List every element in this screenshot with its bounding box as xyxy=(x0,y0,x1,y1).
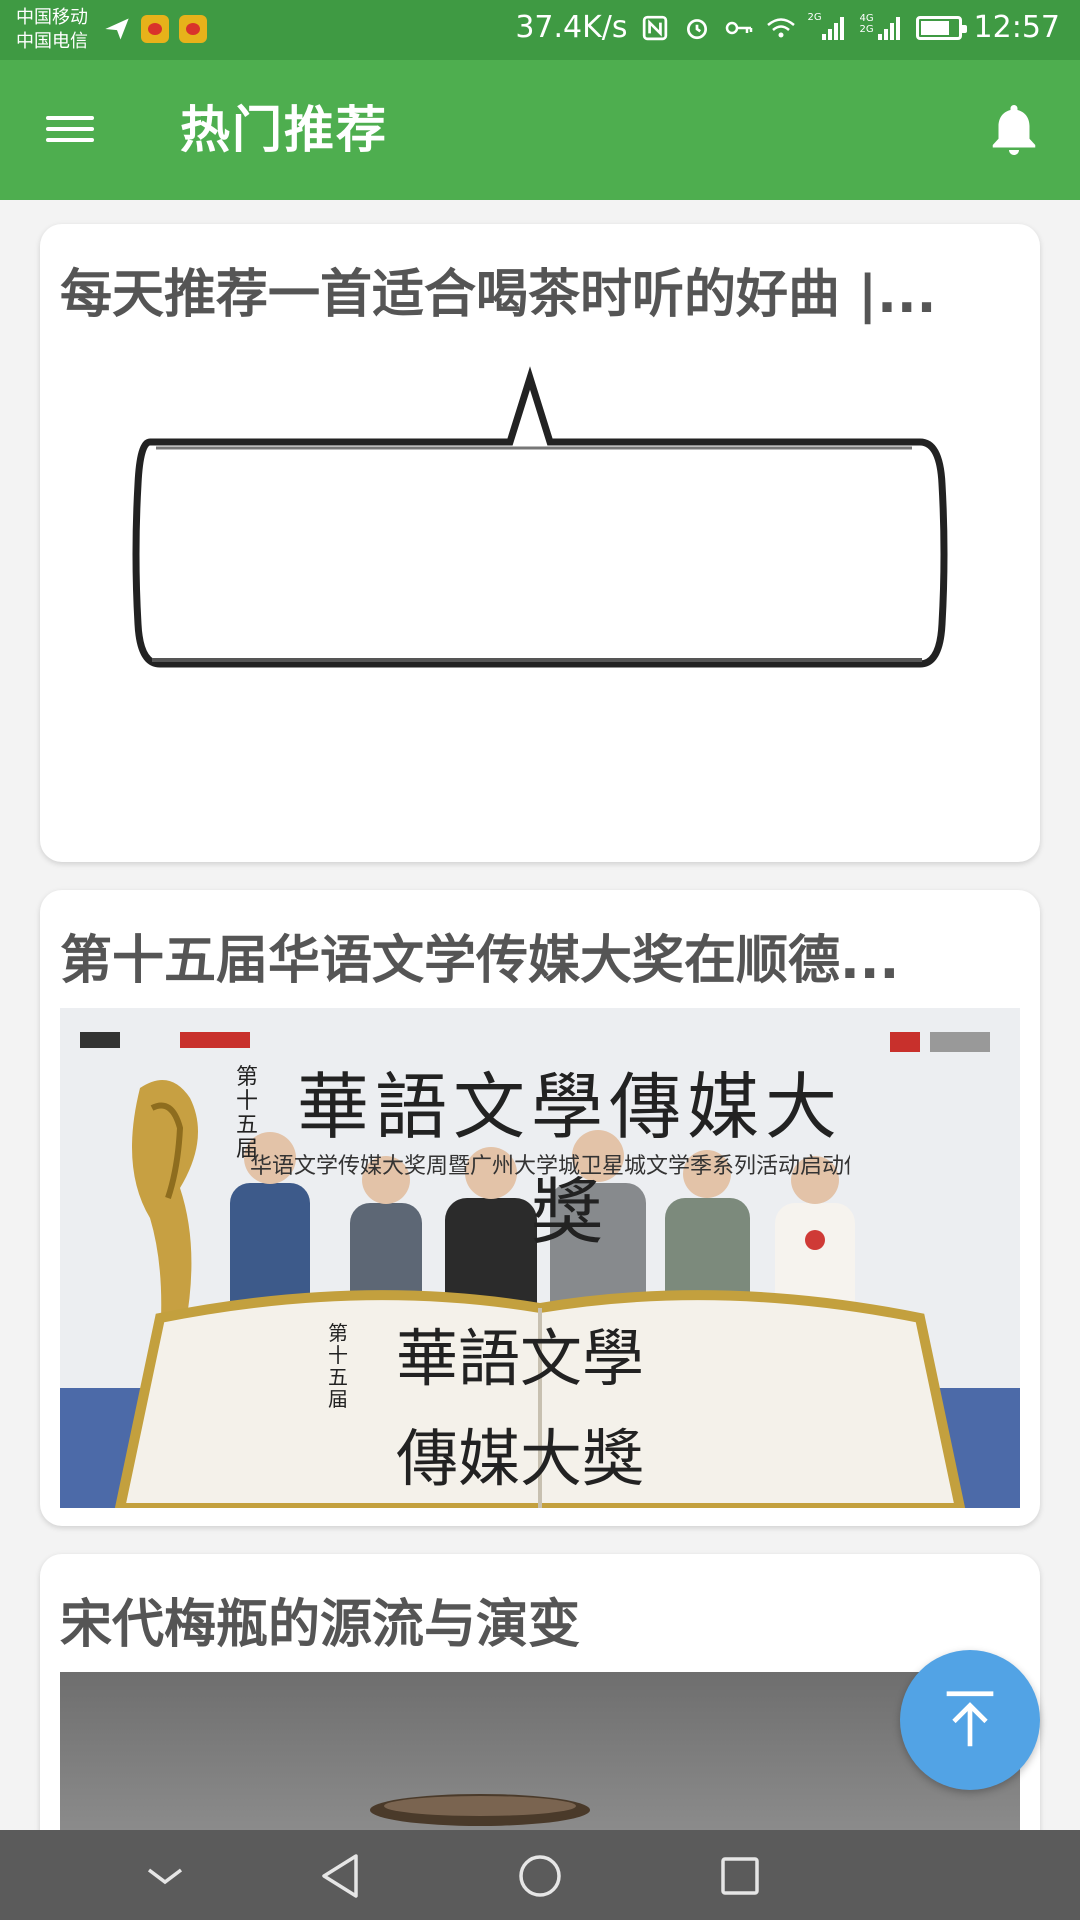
carrier-info: 中国移动 中国电信 xyxy=(16,6,88,54)
network-type-3: 2G xyxy=(859,23,874,35)
send-icon xyxy=(102,14,132,44)
notification-icons xyxy=(102,14,208,44)
signal-icon-2: 4G 2G xyxy=(860,13,904,43)
signal-icon-1: 2G xyxy=(807,11,848,43)
back-button[interactable] xyxy=(310,1848,370,1904)
card-title: 第十五届华语文学传媒大奖在顺德... xyxy=(60,931,900,991)
page-title: 热门推荐 xyxy=(180,101,388,159)
battery-icon xyxy=(915,15,967,40)
clock: 12:57 xyxy=(973,10,1060,45)
book-text-left: 華語文學 xyxy=(395,1322,644,1395)
book-text-right: 傳媒大獎 xyxy=(395,1422,644,1495)
carrier-2: 中国电信 xyxy=(16,31,88,52)
recents-square-icon xyxy=(721,1857,759,1895)
poster-subtitle: 华语文学传媒大奖周暨广州大学城卫星城文学季系列活动启动仪式 xyxy=(250,1154,850,1179)
recents-button[interactable] xyxy=(710,1848,770,1904)
back-triangle-icon xyxy=(322,1854,358,1898)
key-icon xyxy=(724,13,754,43)
chevron-down-icon xyxy=(147,1868,183,1885)
menu-icon[interactable] xyxy=(46,108,94,150)
home-circle-icon xyxy=(519,1855,561,1897)
feed-card[interactable]: 每天推荐一首适合喝茶时听的好曲 |... xyxy=(40,224,1040,862)
feed-card[interactable]: 宋代梅瓶的源流与演变 xyxy=(40,1554,1040,1830)
status-bar: 中国移动 中国电信 37.4K/s 2G 4G 2G 12:57 xyxy=(0,0,1080,60)
feed-card[interactable]: 第十五届华语文学传媒大奖在顺德... 華語文學傳媒大獎 第十五届 华语文学传媒大… xyxy=(40,890,1040,1526)
navigation-bar xyxy=(0,1830,1080,1920)
network-type-2: 4G xyxy=(859,12,874,24)
card-image xyxy=(60,1672,1020,1830)
carrier-1: 中国移动 xyxy=(16,7,88,28)
book-edition: 第十五届 xyxy=(328,1321,348,1411)
nfc-icon xyxy=(640,13,670,43)
home-button[interactable] xyxy=(510,1848,570,1904)
feed-list[interactable]: 每天推荐一首适合喝茶时听的好曲 |... 第十五届华语文学传媒大奖在顺德... xyxy=(0,200,1080,1830)
wifi-icon xyxy=(766,13,796,43)
weibo-icon xyxy=(140,14,170,44)
hide-nav-button[interactable] xyxy=(135,1848,195,1904)
network-type-1: 2G xyxy=(807,11,822,23)
scroll-top-button[interactable] xyxy=(900,1650,1040,1790)
card-title: 每天推荐一首适合喝茶时听的好曲 |... xyxy=(60,265,937,325)
arrow-up-icon xyxy=(946,1691,994,1747)
card-image xyxy=(60,364,1020,844)
app-bar: 热门推荐 xyxy=(0,60,1080,200)
weibo-icon xyxy=(178,14,208,44)
alarm-icon xyxy=(682,13,712,43)
status-right: 37.4K/s 2G 4G 2G 12:57 xyxy=(515,10,1060,45)
card-title: 宋代梅瓶的源流与演变 xyxy=(60,1595,581,1655)
network-speed: 37.4K/s xyxy=(515,10,628,45)
card-image: 華語文學傳媒大獎 第十五届 华语文学传媒大奖周暨广州大学城卫星城文学季系列活动启… xyxy=(60,1008,1020,1508)
bell-icon[interactable] xyxy=(984,100,1044,160)
